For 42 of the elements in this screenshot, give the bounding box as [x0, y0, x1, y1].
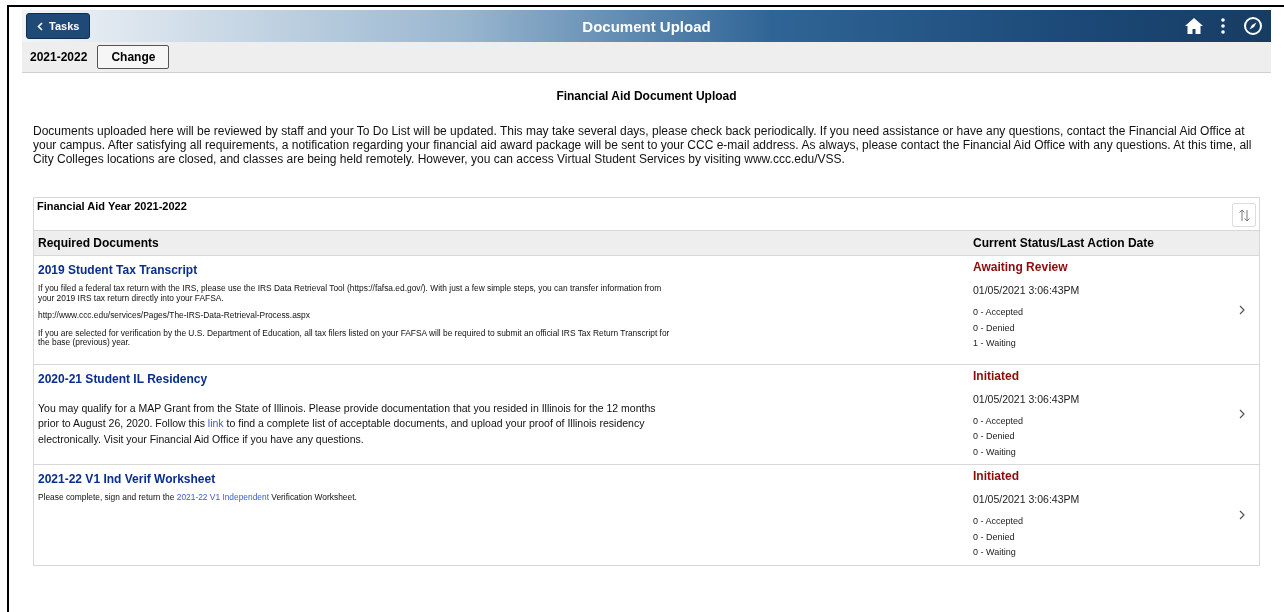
home-icon[interactable] [1185, 18, 1203, 34]
count-label: 0 - Accepted [973, 414, 1024, 428]
document-title-link[interactable]: 2020-21 Student IL Residency [38, 371, 208, 386]
status-label: Initiated [973, 368, 1020, 383]
compass-icon[interactable] [1243, 16, 1263, 36]
document-description: If you filed a federal tax return with the IRS, please use the IRS Data Retrieval Tool (https://fafsa.ed.gov/). With just a few simple steps, you can transfer information from your 2019 IRS tax return directly into your FAFSA. [38, 284, 663, 303]
count-label: 0 - Accepted [973, 306, 1024, 319]
inline-link[interactable]: 2021-22 V1 Independent [176, 492, 269, 502]
more-options-icon[interactable] [1221, 18, 1225, 34]
document-description: http://www.ccc.edu/services/Pages/The-IRS-Data-Retrieval-Process.aspx [38, 311, 311, 321]
document-description: You may qualify for a MAP Grant from the State of Illinois. Please provide documentation that you resided in Illinois for the 12 months prior to August 26, 2020. Follow this link to find a complete list of acceptable documents, and upload your proof of Illinois residency electronically. Visit your Financial Aid Office if you have any questions. [38, 400, 657, 447]
document-description: If you are selected for verification by the U.S. Department of Education, all tax filers listed on your FAFSA will be required to submit an official IRS Tax Return Transcript for the base (previous) year. [38, 328, 671, 348]
page-heading: Financial Aid Document Upload [555, 89, 738, 103]
inline-link[interactable]: link [207, 417, 224, 430]
chevron-right-icon[interactable] [1239, 409, 1245, 420]
aid-year-label: 2021-2022 [30, 50, 88, 64]
status-label: Awaiting Review [973, 260, 1069, 274]
column-header: Required Documents [37, 236, 160, 250]
action-date: 01/05/2021 3:06:43PM [973, 493, 1081, 505]
count-label: 1 - Waiting [973, 337, 1016, 350]
document-title-link[interactable]: 2019 Student Tax Transcript [38, 263, 198, 277]
sort-icon [1237, 208, 1251, 222]
count-label: 0 - Denied [973, 321, 1015, 335]
count-label: 0 - Accepted [973, 515, 1024, 528]
count-label: 0 - Waiting [973, 445, 1016, 459]
count-label: 0 - Denied [973, 530, 1015, 544]
status-label: Initiated [973, 469, 1020, 483]
page-title: Document Upload [582, 17, 711, 35]
intro-paragraph: Documents uploaded here will be reviewed by staff and your To Do List will be updated. This may take several days, please check back periodically. If you need assistance or have any questions, contact the Financial Aid Office at your campus. After satisfying all requirements, a notification regarding your financial aid award package will be sent to your CCC e-mail address. As always, please contact the Financial Aid Office with any questions. At this time, all City Colleges locations are closed, and classes are being held remotely. However, you can access Virtual Student Services by visiting www.ccc.edu/VSS. [33, 124, 1253, 166]
column-header: Current Status/Last Action Date [972, 236, 1155, 250]
document-description: Please complete, sign and return the 2021-22 V1 Independent Verification Worksheet. [38, 493, 358, 503]
count-label: 0 - Waiting [973, 546, 1016, 559]
back-button[interactable]: Tasks [26, 13, 91, 39]
chevron-left-icon [37, 21, 43, 31]
chevron-right-icon[interactable] [1239, 509, 1245, 520]
action-date: 01/05/2021 3:06:43PM [973, 392, 1081, 405]
chevron-right-icon[interactable] [1239, 304, 1245, 315]
change-button[interactable]: Change [97, 45, 170, 69]
grid-title: Financial Aid Year 2021-2022 [37, 200, 187, 212]
action-date: 01/05/2021 3:06:43PM [973, 284, 1081, 296]
count-label: 0 - Denied [973, 430, 1015, 443]
document-title-link[interactable]: 2021-22 V1 Ind Verif Worksheet [38, 472, 216, 486]
